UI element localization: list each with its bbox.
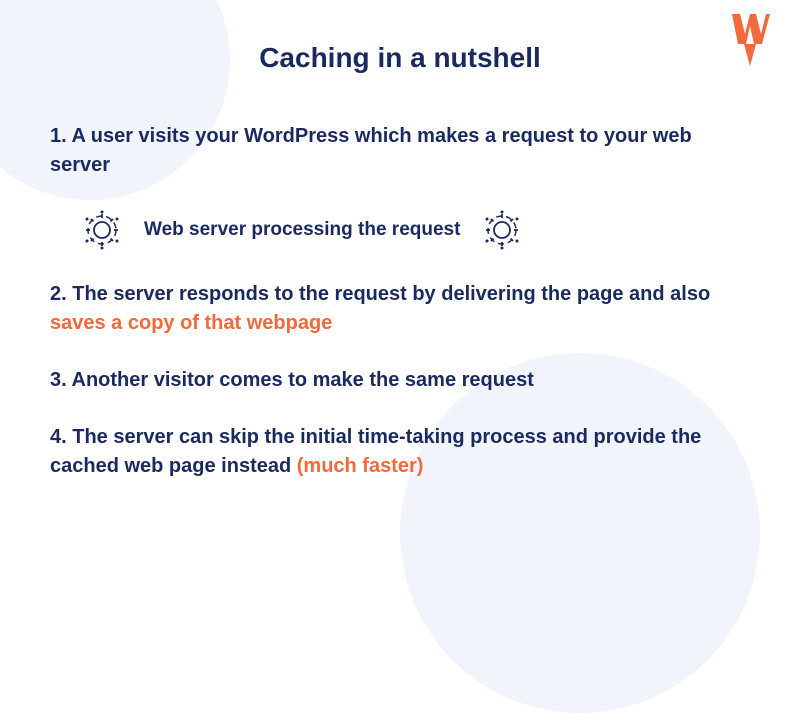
gear-processing-icon — [80, 208, 124, 252]
step-2: 2. The server responds to the request by… — [50, 280, 750, 338]
step-1: 1. A user visits your WordPress which ma… — [50, 122, 750, 180]
processing-row: Web server processing the request — [80, 208, 750, 252]
page-title: Caching in a nutshell — [50, 42, 750, 74]
processing-label: Web server processing the request — [144, 219, 460, 241]
step-2-prefix: 2. The server responds to the request by… — [50, 283, 710, 305]
main-content: Caching in a nutshell 1. A user visits y… — [50, 42, 750, 481]
step-4: 4. The server can skip the initial time-… — [50, 423, 750, 481]
step-3: 3. Another visitor comes to make the sam… — [50, 366, 750, 395]
brand-logo — [730, 12, 770, 73]
step-2-highlight: saves a copy of that webpage — [50, 312, 332, 334]
step-4-highlight: (much faster) — [297, 455, 424, 477]
gear-processing-icon — [480, 208, 524, 252]
